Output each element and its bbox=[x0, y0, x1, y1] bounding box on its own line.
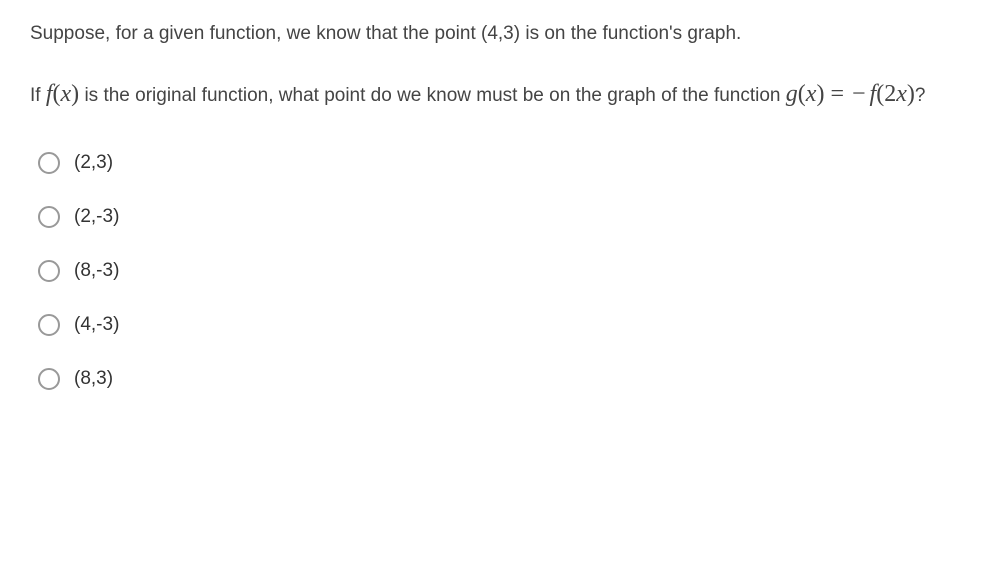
math-fx: f(x) bbox=[46, 81, 79, 107]
options-group: (2,3) (2,-3) (8,-3) (4,-3) (8,3) bbox=[30, 152, 957, 390]
option-label: (8,-3) bbox=[74, 260, 119, 282]
option-label: (4,-3) bbox=[74, 314, 119, 336]
question-prompt: If f(x) is the original function, what p… bbox=[30, 73, 957, 116]
radio-icon bbox=[38, 314, 60, 336]
option-2[interactable]: (2,-3) bbox=[38, 206, 957, 228]
option-5[interactable]: (8,3) bbox=[38, 368, 957, 390]
prompt-suffix: ? bbox=[915, 85, 926, 106]
radio-icon bbox=[38, 260, 60, 282]
option-4[interactable]: (4,-3) bbox=[38, 314, 957, 336]
prompt-prefix: If bbox=[30, 85, 46, 106]
option-label: (8,3) bbox=[74, 368, 113, 390]
math-minus: − bbox=[852, 81, 866, 107]
question-intro-text: Suppose, for a given function, we know t… bbox=[30, 20, 957, 49]
math-gx: g(x) bbox=[786, 81, 825, 107]
radio-icon bbox=[38, 368, 60, 390]
radio-icon bbox=[38, 206, 60, 228]
math-f2x: f(2x) bbox=[870, 81, 915, 107]
option-label: (2,-3) bbox=[74, 206, 119, 228]
option-3[interactable]: (8,-3) bbox=[38, 260, 957, 282]
prompt-middle: is the original function, what point do … bbox=[79, 85, 786, 106]
option-1[interactable]: (2,3) bbox=[38, 152, 957, 174]
option-label: (2,3) bbox=[74, 152, 113, 174]
radio-icon bbox=[38, 152, 60, 174]
math-equals: = bbox=[830, 81, 844, 107]
